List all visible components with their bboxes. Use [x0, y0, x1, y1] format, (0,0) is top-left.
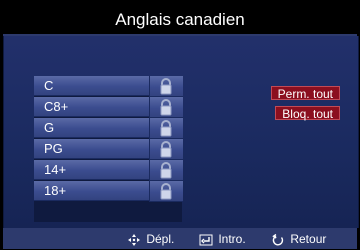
rating-row-c8plus[interactable]: C8+ — [34, 97, 183, 118]
footer-enter-label: Intro. — [218, 232, 246, 246]
rating-row-c[interactable]: C — [34, 76, 183, 97]
rating-label: C8+ — [34, 97, 149, 117]
lock-cell[interactable] — [149, 139, 183, 160]
footer-back-label: Retour — [290, 232, 327, 246]
lock-icon — [160, 141, 172, 158]
footer-move: Dépl. — [127, 232, 174, 247]
window-title: Anglais canadien — [115, 10, 245, 29]
rating-list: C C8+ G PG 14+ 18+ — [34, 76, 183, 222]
lock-cell[interactable] — [149, 181, 183, 202]
lock-icon — [160, 120, 172, 137]
block-all-button[interactable]: Bloq. tout — [275, 106, 340, 121]
lock-cell[interactable] — [149, 76, 183, 97]
footer-back: Retour — [271, 232, 326, 247]
lock-icon — [160, 78, 172, 95]
rating-row-14plus[interactable]: 14+ — [34, 160, 183, 181]
dpad-arrows-icon — [127, 233, 141, 247]
lock-cell[interactable] — [149, 118, 183, 139]
enter-icon — [199, 233, 213, 247]
rating-row-18plus[interactable]: 18+ — [34, 181, 183, 202]
footer-move-label: Dépl. — [146, 232, 175, 246]
lock-icon — [160, 99, 172, 116]
content-panel: C C8+ G PG 14+ 18+ Perm. tout Bloq. tout — [3, 36, 359, 228]
rating-row-g[interactable]: G — [34, 118, 183, 139]
footer-enter: Intro. — [199, 232, 246, 247]
lock-cell[interactable] — [149, 160, 183, 181]
allow-all-button[interactable]: Perm. tout — [270, 86, 340, 101]
rating-label: PG — [34, 139, 149, 159]
lock-cell[interactable] — [149, 97, 183, 118]
lock-icon — [160, 183, 172, 200]
rating-label: G — [34, 118, 149, 138]
rating-label: C — [34, 76, 149, 96]
lock-icon — [160, 162, 172, 179]
window-frame: Anglais canadien C C8+ G PG 14+ 18+ Perm… — [1, 1, 359, 249]
footer-hints: Dépl. Intro. Retour — [3, 228, 357, 249]
rating-row-pg[interactable]: PG — [34, 139, 183, 160]
rating-label: 14+ — [34, 160, 149, 180]
return-icon — [271, 233, 285, 247]
parental-lock-screen: Anglais canadien C C8+ G PG 14+ 18+ Perm… — [0, 0, 360, 250]
rating-label: 18+ — [34, 181, 149, 201]
